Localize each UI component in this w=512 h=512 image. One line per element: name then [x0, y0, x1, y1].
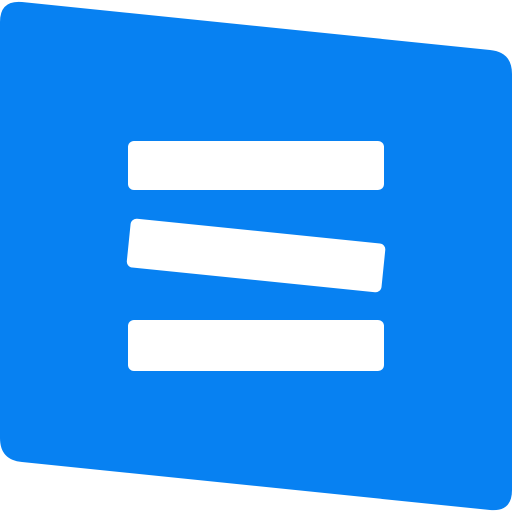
app-logo	[0, 0, 512, 512]
menu-lines-logo-icon	[0, 1, 512, 511]
logo-bar-bottom	[128, 320, 384, 371]
logo-bar-top	[128, 141, 384, 190]
